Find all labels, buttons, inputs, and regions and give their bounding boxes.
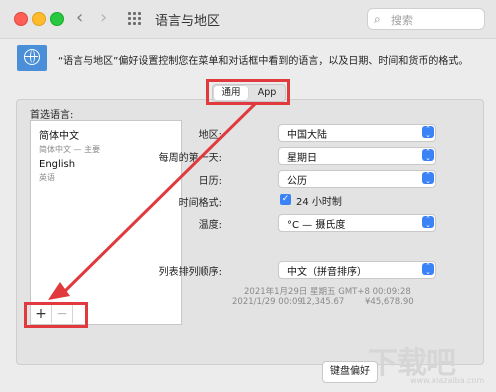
tab-highlight-box — [206, 79, 290, 105]
list-sort-select[interactable]: 中文（拼音排序） ⌃ ⌄ — [278, 261, 436, 279]
preferred-languages-list[interactable]: 简体中文 简体中文 — 主要 English 英语 — [30, 120, 182, 306]
calendar-value: 公历 — [287, 176, 307, 187]
list-item[interactable]: English 英语 — [39, 159, 75, 183]
language-name: English — [39, 159, 76, 170]
show-all-grid-icon[interactable] — [128, 12, 142, 26]
language-subtitle: 简体中文 — 主要 — [39, 145, 101, 154]
minimize-window-button[interactable] — [32, 12, 46, 26]
region-select[interactable]: 中国大陆 ⌃ ⌄ — [278, 124, 436, 142]
close-window-button[interactable] — [14, 12, 28, 26]
list-item[interactable]: 简体中文 简体中文 — 主要 — [39, 127, 100, 155]
pane-description: “语言与地区”偏好设置控制您在菜单和对话框中看到的语言，以及日期、时间和货币的格… — [58, 56, 469, 67]
search-field[interactable]: ⌕ 搜索 — [367, 8, 485, 30]
chevron-updown-icon: ⌃ ⌄ — [422, 263, 434, 276]
title-bar: ‹ › 语言与地区 ⌕ 搜索 — [0, 0, 496, 39]
chevron-updown-icon: ⌃ ⌄ — [422, 126, 434, 139]
temperature-select[interactable]: °C — 摄氏度 ⌃ ⌄ — [278, 214, 436, 232]
preferences-window: ‹ › 语言与地区 ⌕ 搜索 “语言与地区”偏好设置控制您在菜单和对话框中看到的… — [0, 0, 496, 392]
search-icon: ⌕ — [374, 12, 381, 26]
window-title: 语言与地区 — [155, 14, 221, 29]
sample-currency: ¥45,678.90 — [365, 297, 414, 307]
language-subtitle: 英语 — [39, 173, 55, 182]
temperature-value: °C — 摄氏度 — [287, 220, 346, 231]
calendar-select[interactable]: 公历 ⌃ ⌄ — [278, 170, 436, 188]
region-value: 中国大陆 — [287, 130, 327, 141]
search-placeholder: 搜索 — [391, 14, 413, 27]
24-hour-checkbox-label[interactable]: 24 小时制 — [296, 193, 342, 208]
watermark: 下载吧 www.xiazaiba.com — [358, 330, 494, 390]
region-label: 地区: — [198, 130, 222, 141]
calendar-label: 日历: — [198, 176, 222, 187]
sample-date-long: 2021年1月29日 星期五 GMT+8 00:09:28 — [244, 287, 411, 297]
time-format-label: 时间格式: — [178, 198, 222, 209]
add-button-highlight-box — [24, 302, 88, 328]
chevron-updown-icon: ⌃ ⌄ — [422, 172, 434, 185]
chevron-updown-icon: ⌃ ⌄ — [422, 216, 434, 229]
forward-icon[interactable]: › — [100, 8, 107, 28]
sample-number: 12,345.67 — [301, 297, 345, 307]
list-sort-label: 列表排列顺序: — [158, 267, 222, 278]
watermark-url: www.xiazaiba.com — [410, 376, 485, 385]
sample-date-short: 2021/1/29 00:09 — [232, 297, 303, 307]
temperature-label: 温度: — [198, 220, 222, 231]
zoom-window-button[interactable] — [50, 12, 64, 26]
back-icon[interactable]: ‹ — [76, 8, 83, 28]
list-sort-value: 中文（拼音排序） — [287, 267, 367, 278]
first-day-value: 星期日 — [287, 153, 317, 164]
first-day-label: 每周的第一天: — [158, 153, 222, 164]
chevron-updown-icon: ⌃ ⌄ — [422, 149, 434, 162]
globe-flag-icon — [17, 45, 47, 71]
language-name: 简体中文 — [39, 131, 79, 142]
preferred-languages-label: 首选语言: — [30, 110, 74, 121]
24-hour-checkbox[interactable]: ✓ — [280, 194, 291, 205]
first-day-select[interactable]: 星期日 ⌃ ⌄ — [278, 147, 436, 165]
